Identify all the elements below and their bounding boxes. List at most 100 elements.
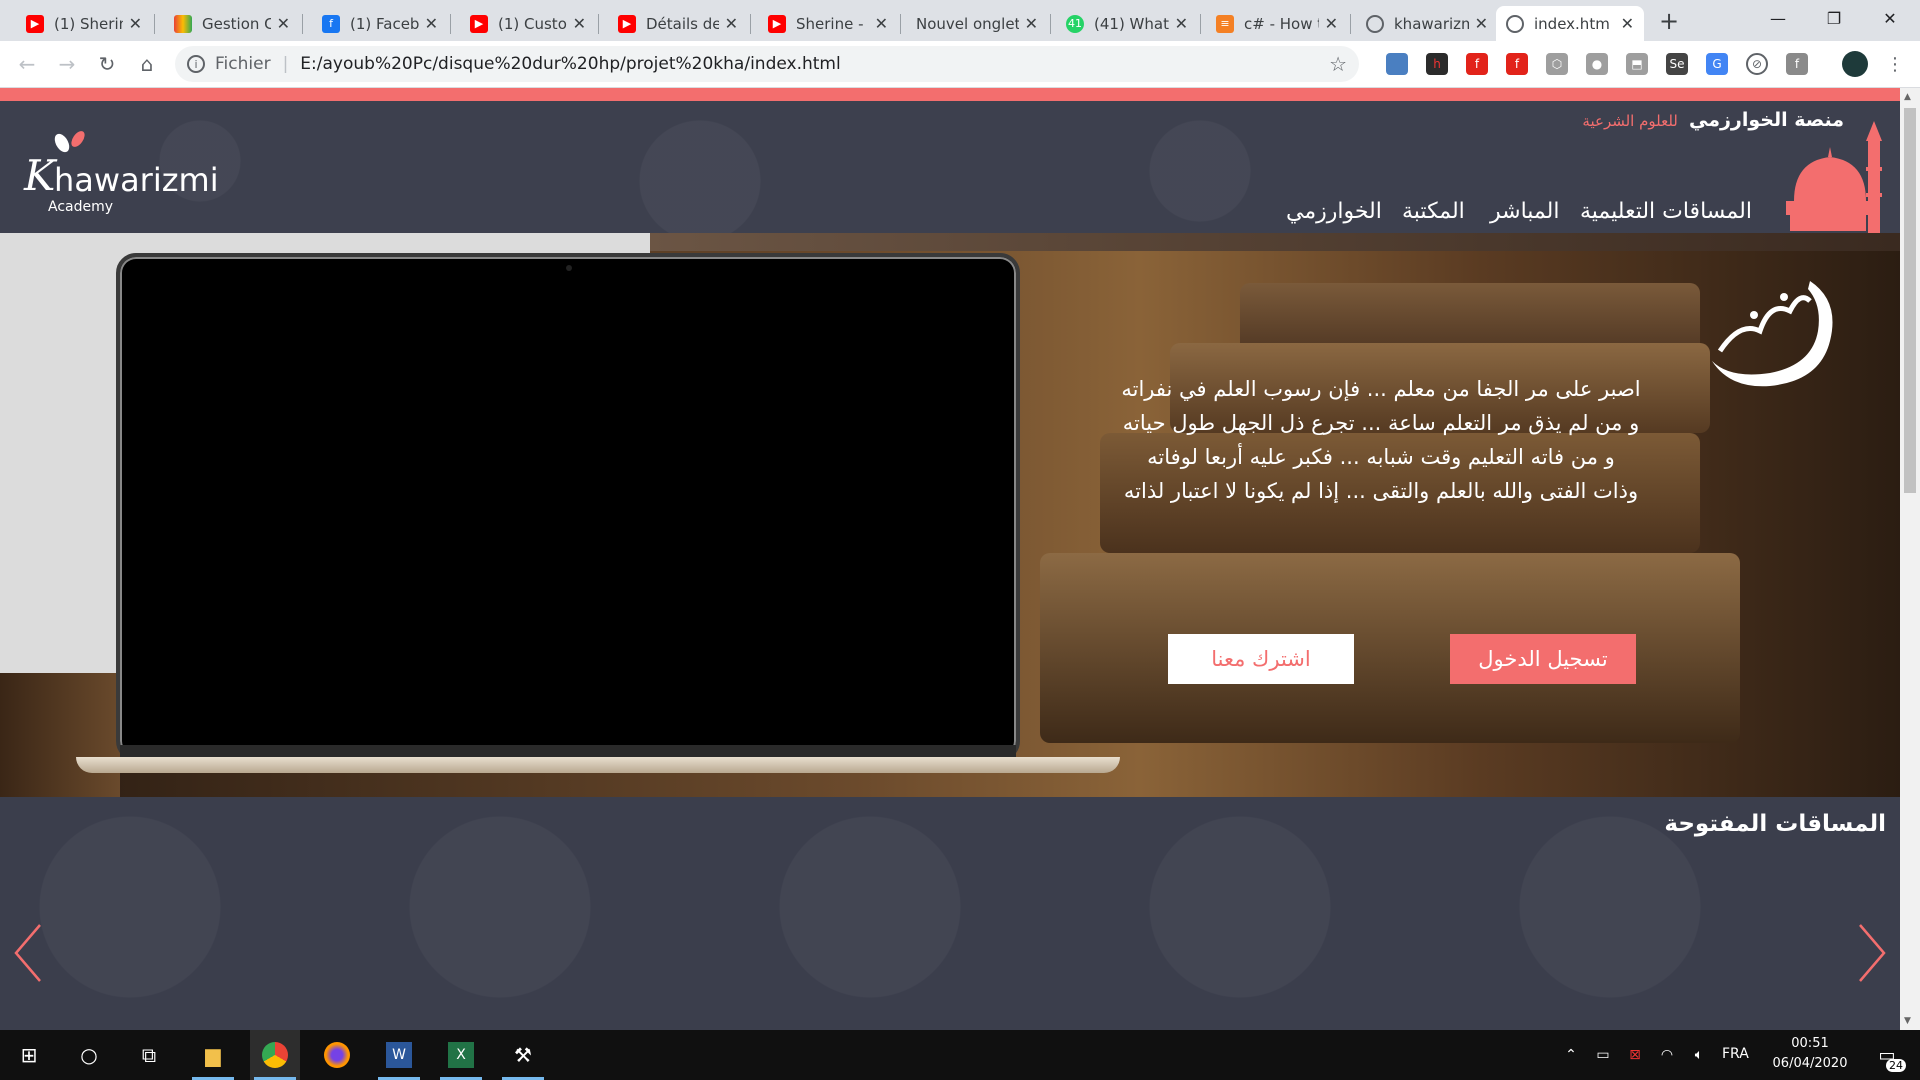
youtube-icon: ▶: [26, 14, 44, 33]
home-button[interactable]: ⌂: [132, 49, 162, 79]
browser-tab[interactable]: ▶ (1) Sherine ✕: [16, 6, 152, 41]
hero-banner: اصبر على مر الجفا من معلم ... فإن رسوب ا…: [0, 233, 1900, 797]
tab-separator: [1050, 14, 1051, 34]
close-icon[interactable]: ✕: [1475, 14, 1488, 33]
info-icon[interactable]: i: [187, 55, 205, 73]
address-bar[interactable]: i Fichier | E:/ayoub%20Pc/disque%20dur%2…: [175, 46, 1359, 82]
excel-icon[interactable]: X: [436, 1030, 486, 1080]
close-icon[interactable]: ✕: [1025, 14, 1038, 33]
close-window-button[interactable]: ✕: [1862, 0, 1918, 36]
minimize-button[interactable]: —: [1750, 0, 1806, 36]
divider: |: [282, 54, 289, 74]
browser-tab[interactable]: Nouvel onglet ✕: [906, 6, 1048, 41]
carousel-next-arrow-icon[interactable]: [1856, 923, 1888, 983]
word-icon[interactable]: W: [374, 1030, 424, 1080]
wifi-icon[interactable]: ◠: [1652, 1030, 1682, 1080]
close-icon[interactable]: ✕: [277, 14, 290, 33]
profile-avatar[interactable]: [1842, 51, 1868, 77]
h-extension-icon[interactable]: h: [1426, 53, 1448, 75]
security-icon[interactable]: ⊠: [1620, 1030, 1650, 1080]
url-text[interactable]: E:/ayoub%20Pc/disque%20dur%20hp/projet%2…: [300, 54, 840, 74]
tab-label: (1) Facebo: [350, 14, 419, 33]
back-button[interactable]: ←: [12, 49, 42, 79]
cube-extension-icon[interactable]: ⬡: [1546, 53, 1568, 75]
close-icon[interactable]: ✕: [725, 14, 738, 33]
browser-tab[interactable]: ▶ Sherine - I ✕: [758, 6, 898, 41]
menu-icon[interactable]: ⋮: [1880, 49, 1910, 79]
pdf-extension-icon[interactable]: ⬒: [1626, 53, 1648, 75]
clock-date[interactable]: 06/04/2020: [1770, 1056, 1850, 1071]
tab-label: khawarizm: [1394, 14, 1469, 33]
tab-separator: [750, 14, 751, 34]
hero-corner-books: [0, 673, 120, 797]
scroll-down-icon[interactable]: ▼: [1904, 1016, 1911, 1026]
search-icon[interactable]: ○: [64, 1030, 114, 1080]
language-indicator[interactable]: FRA: [1722, 1046, 1749, 1062]
battery-icon[interactable]: ▭: [1588, 1030, 1618, 1080]
close-icon[interactable]: ✕: [129, 14, 142, 33]
nav-library[interactable]: المكتبة: [1402, 199, 1465, 224]
calligraphy-emblem: [1712, 281, 1833, 387]
browser-tab[interactable]: 41 (41) What ✕: [1056, 6, 1198, 41]
block-extension-icon[interactable]: ⊘: [1746, 53, 1768, 75]
tray-expand-icon[interactable]: ⌃: [1556, 1030, 1586, 1080]
signup-button[interactable]: اشترك معنا: [1168, 634, 1354, 684]
windows-start-icon[interactable]: ⊞: [4, 1030, 54, 1080]
notifications-icon[interactable]: ▭ 24: [1862, 1030, 1912, 1080]
browser-tab-active[interactable]: index.htm ✕: [1496, 6, 1644, 41]
task-view-icon[interactable]: ⧉: [124, 1030, 174, 1080]
nav-khawarizmi[interactable]: الخوارزمي: [1286, 199, 1382, 224]
scrollbar-thumb[interactable]: [1904, 108, 1916, 493]
nav-courses[interactable]: المساقات التعليمية: [1580, 199, 1752, 224]
volume-icon[interactable]: 🔈︎: [1684, 1030, 1714, 1080]
logo-name: hawarizmi: [54, 161, 219, 199]
bookmark-star-icon[interactable]: ☆: [1329, 52, 1347, 76]
scheme-label: Fichier: [215, 54, 271, 74]
close-icon[interactable]: ✕: [1621, 14, 1634, 33]
new-tab-button[interactable]: +: [1654, 6, 1684, 36]
browser-tab[interactable]: ▶ Détails de ✕: [608, 6, 748, 41]
close-icon[interactable]: ✕: [1175, 14, 1188, 33]
screenshot-extension-icon[interactable]: [1386, 53, 1408, 75]
close-icon[interactable]: ✕: [425, 14, 438, 33]
browser-tab[interactable]: ▶ (1) Custon ✕: [460, 6, 596, 41]
laptop-video-frame[interactable]: [116, 253, 1020, 761]
browser-tab[interactable]: f (1) Facebo ✕: [312, 6, 448, 41]
nav-live[interactable]: المباشر: [1490, 199, 1559, 224]
tab-separator: [598, 14, 599, 34]
camera-extension-icon[interactable]: ●: [1586, 53, 1608, 75]
logo-sub: Academy: [48, 199, 114, 215]
selenium-extension-icon[interactable]: Se: [1666, 53, 1688, 75]
flash-extension-icon[interactable]: f: [1466, 53, 1488, 75]
scroll-up-icon[interactable]: ▲: [1904, 92, 1911, 102]
poem-line: اصبر على مر الجفا من معلم ... فإن رسوب ا…: [1121, 377, 1641, 401]
close-icon[interactable]: ✕: [875, 14, 888, 33]
chrome-icon[interactable]: [250, 1030, 300, 1080]
flash-extension-icon-2[interactable]: f: [1506, 53, 1528, 75]
file-explorer-icon[interactable]: ▆: [188, 1030, 238, 1080]
tab-label: Nouvel onglet: [916, 14, 1019, 33]
youtube-icon: ▶: [618, 14, 636, 33]
translate-extension-icon[interactable]: G: [1706, 53, 1728, 75]
site-header: K hawarizmi Academy منصة الخوارزمي للعلو…: [0, 101, 1900, 233]
browser-tab[interactable]: khawarizm ✕: [1356, 6, 1498, 41]
browser-tab[interactable]: ≡ c# - How t ✕: [1206, 6, 1348, 41]
fiverr-extension-icon[interactable]: f: [1786, 53, 1808, 75]
site-logo[interactable]: K hawarizmi Academy: [24, 129, 244, 219]
close-icon[interactable]: ✕: [1325, 14, 1338, 33]
maximize-button[interactable]: ❐: [1806, 0, 1862, 36]
close-icon[interactable]: ✕: [573, 14, 586, 33]
carousel-prev-arrow-icon[interactable]: [12, 923, 44, 983]
reload-button[interactable]: ↻: [92, 49, 122, 79]
browser-tab[interactable]: Gestion Co ✕: [164, 6, 300, 41]
clock-time[interactable]: 00:51: [1770, 1036, 1850, 1051]
tab-separator: [154, 14, 155, 34]
forward-button[interactable]: →: [52, 49, 82, 79]
tab-separator: [900, 14, 901, 34]
page-scrollbar[interactable]: ▲ ▼: [1900, 88, 1920, 1030]
tab-separator: [302, 14, 303, 34]
firefox-icon[interactable]: [312, 1030, 362, 1080]
platform-subtitle: للعلوم الشرعية: [1582, 112, 1678, 130]
login-button[interactable]: تسجيل الدخول: [1450, 634, 1636, 684]
tools-icon[interactable]: ⚒: [498, 1030, 548, 1080]
